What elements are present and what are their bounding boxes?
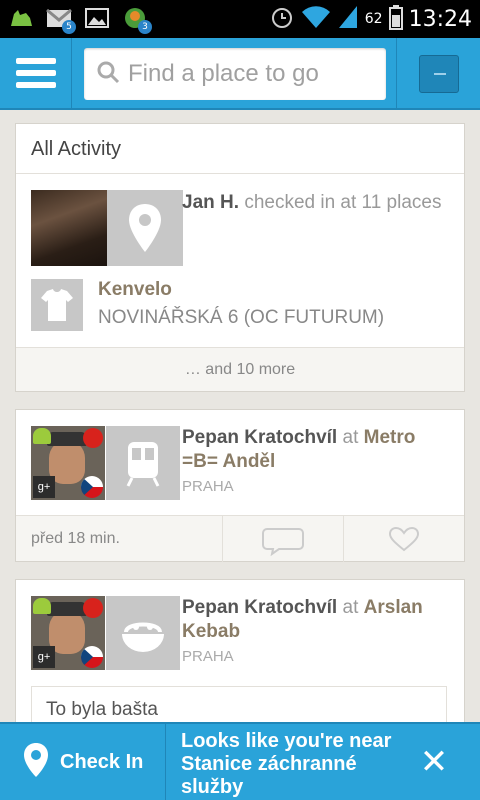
action-bar: před 18 min. xyxy=(16,515,464,562)
activity-summary[interactable]: Jan H. checked in at 11 places xyxy=(182,191,442,215)
city-label: PRAHA xyxy=(182,478,234,495)
food-bowl-icon xyxy=(106,596,180,670)
user-name[interactable]: Pepan Kratochvíl xyxy=(182,597,337,618)
czech-flag-icon xyxy=(81,476,103,498)
heart-icon xyxy=(388,526,420,552)
menu-icon-bar xyxy=(15,70,56,76)
comment-icon xyxy=(262,528,304,557)
menu-icon xyxy=(15,58,56,64)
hat-image xyxy=(47,602,87,616)
at-label: at xyxy=(342,597,359,618)
notification-icons: 5 3 xyxy=(8,6,152,34)
gmail-badge: 5 xyxy=(62,20,76,34)
nearby-bar: Check In Looks like you're near Stanice … xyxy=(0,722,480,800)
system-icons: 62 13:24 xyxy=(269,4,472,34)
venue-name[interactable]: Kenvelo xyxy=(98,278,172,302)
check-in-button[interactable]: Check In xyxy=(0,724,166,800)
app-toolbar: Find a place to go xyxy=(0,38,480,110)
search-input[interactable]: Find a place to go xyxy=(84,48,386,100)
wifi-icon xyxy=(301,4,331,34)
checkin-card: g+ Pepan Kratochvíl at Metro =B= Anděl P… xyxy=(15,409,465,562)
user-name[interactable]: Pepan Kratochvíl xyxy=(182,427,337,448)
more-checkins-link[interactable]: … and 10 more xyxy=(16,347,464,391)
angry-bird-icon xyxy=(83,598,103,618)
card-title: All Activity xyxy=(16,124,464,174)
comment-button[interactable] xyxy=(222,516,343,562)
app-notification-icon: 3 xyxy=(122,6,152,34)
user-avatar[interactable]: g+ xyxy=(31,596,105,670)
metro-train-icon xyxy=(106,426,180,500)
search-placeholder: Find a place to go xyxy=(128,60,319,87)
location-pin-icon xyxy=(22,741,50,783)
czech-flag-icon xyxy=(81,646,103,668)
status-bar: 5 3 62 13:24 xyxy=(0,0,480,38)
android-icon xyxy=(33,428,51,444)
menu-button[interactable] xyxy=(0,38,72,108)
user-avatar[interactable] xyxy=(31,190,107,266)
image-icon xyxy=(84,6,110,30)
gmail-icon: 5 xyxy=(46,6,76,34)
signal-icon xyxy=(337,4,359,34)
battery-level: 62 xyxy=(364,11,383,27)
alarm-icon xyxy=(269,4,295,34)
close-icon[interactable]: ✕ xyxy=(412,740,456,784)
menu-icon-bar xyxy=(15,82,56,88)
venue-address: NOVINÁŘSKÁ 6 (OC FUTURUM) xyxy=(98,307,385,328)
collapse-button[interactable] xyxy=(396,38,480,108)
location-pin-icon xyxy=(107,190,183,266)
nearby-suggestion[interactable]: Looks like you're near Stanice záchranné… xyxy=(181,730,401,799)
minus-icon xyxy=(419,55,459,93)
all-activity-card: All Activity Jan H. checked in at 11 pla… xyxy=(15,123,465,392)
app-badge: 3 xyxy=(138,20,152,34)
battery-icon xyxy=(388,4,403,34)
google-plus-icon: g+ xyxy=(33,646,55,668)
checkin-summary[interactable]: Pepan Kratochvíl at Arslan Kebab xyxy=(182,596,452,644)
clock: 13:24 xyxy=(408,6,472,32)
at-label: at xyxy=(342,427,359,448)
android-icon xyxy=(33,598,51,614)
checkin-summary[interactable]: Pepan Kratochvíl at Metro =B= Anděl xyxy=(182,426,452,474)
angry-bird-icon xyxy=(83,428,103,448)
check-in-label: Check In xyxy=(60,750,144,773)
hat-image xyxy=(47,432,87,446)
timestamp: před 18 min. xyxy=(31,530,120,547)
city-label: PRAHA xyxy=(182,648,234,665)
user-avatar[interactable]: g+ xyxy=(31,426,105,500)
activity-action: checked in at 11 places xyxy=(244,192,442,213)
clothing-store-icon xyxy=(31,279,83,331)
android-icon xyxy=(8,6,34,30)
user-name[interactable]: Jan H. xyxy=(182,192,239,213)
like-button[interactable] xyxy=(343,516,464,562)
checkin-card: g+ Pepan Kratochvíl at Arslan Kebab PRAH… xyxy=(15,579,465,739)
search-icon xyxy=(96,60,120,88)
google-plus-icon: g+ xyxy=(33,476,55,498)
